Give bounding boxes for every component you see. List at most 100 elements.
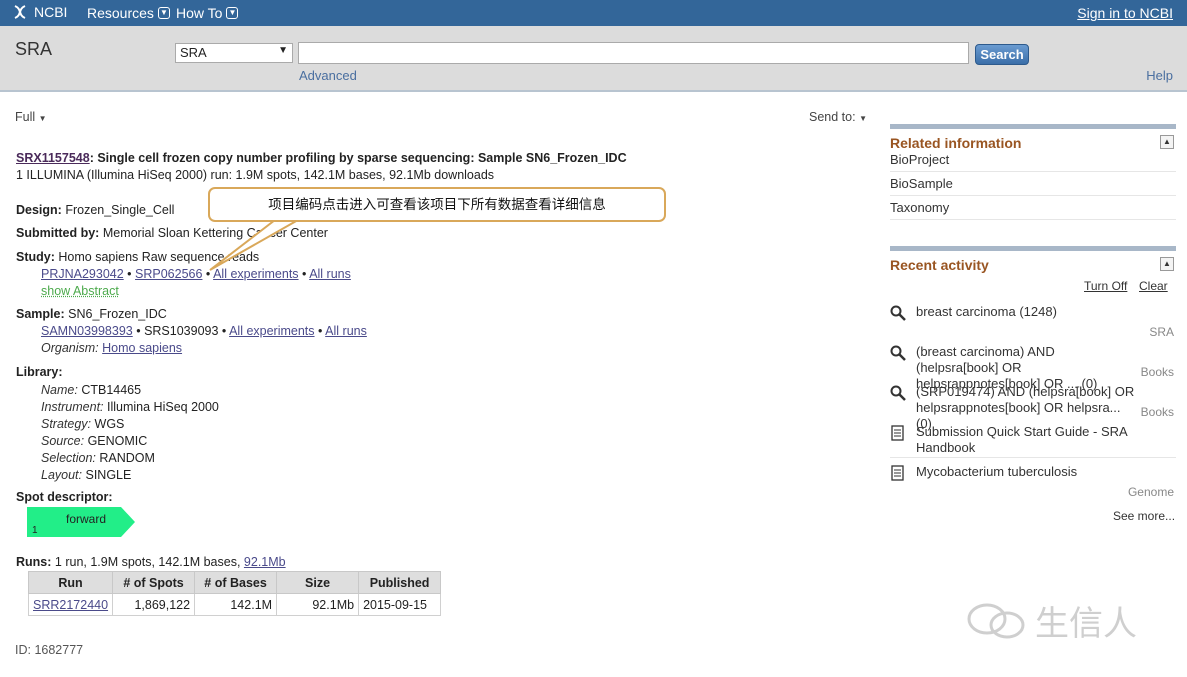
record-title: SRX1157548: Single cell frozen copy numb…: [16, 151, 816, 165]
library-field-label: Strategy:: [41, 417, 92, 431]
sample-all-runs-link[interactable]: All runs: [325, 324, 367, 338]
chevron-down-icon: ▼: [226, 7, 239, 19]
show-abstract-link[interactable]: show Abstract: [41, 284, 119, 298]
search-header: SRA SRA ▼ Search Advanced Help: [0, 26, 1187, 92]
library-field-value: SINGLE: [85, 468, 132, 482]
library-field-value: Illumina HiSeq 2000: [107, 400, 219, 414]
study-all-runs-link[interactable]: All runs: [309, 267, 351, 281]
chevron-down-icon: ▼: [859, 114, 867, 123]
wechat-icon: [967, 603, 1025, 638]
design-label: Design:: [16, 203, 62, 217]
chevron-down-icon: ▼: [38, 114, 47, 123]
callout-pointer: [209, 218, 302, 271]
related-item-taxonomy[interactable]: Taxonomy: [890, 200, 1176, 220]
watermark-text: 生信人: [1035, 605, 1137, 643]
recent-item-db: Books: [1140, 365, 1174, 379]
column-header-bases: # of Bases: [194, 571, 278, 594]
spot-read-label: forward: [66, 512, 107, 526]
design-value: Frozen_Single_Cell: [65, 203, 175, 217]
sample-all-experiments-link[interactable]: All experiments: [229, 324, 314, 338]
turn-off-link[interactable]: Turn Off: [1084, 279, 1127, 293]
recent-activity-header: Recent activity ▲: [890, 246, 1176, 273]
srp-link[interactable]: SRP062566: [135, 267, 202, 281]
recent-item[interactable]: breast carcinoma (1248) SRA: [890, 304, 1176, 342]
bases-cell: 142.1M: [194, 593, 278, 616]
document-icon: [891, 425, 904, 441]
format-menu[interactable]: Full ▼: [15, 110, 47, 124]
send-to-menu[interactable]: Send to: ▼: [809, 110, 867, 124]
recent-item[interactable]: (breast carcinoma) AND (helpsra[book] OR…: [890, 344, 1176, 391]
related-item-biosample[interactable]: BioSample: [890, 176, 1176, 196]
recent-item[interactable]: Mycobacterium tuberculosis Genome: [890, 464, 1176, 500]
library-field-value: RANDOM: [99, 451, 155, 465]
runs-summary: 1 run, 1.9M spots, 142.1M bases,: [54, 555, 241, 569]
run-accession-link[interactable]: SRR2172440: [33, 598, 108, 612]
ncbi-topbar: NCBI Resources ▼ How To ▼ Sign in to NCB…: [0, 0, 1187, 26]
recent-item-db: Genome: [1127, 485, 1174, 499]
library-details: Name: CTB14465 Instrument: Illumina HiSe…: [41, 382, 219, 484]
howto-menu[interactable]: How To ▼: [176, 5, 239, 21]
advanced-search-link[interactable]: Advanced: [299, 68, 357, 83]
related-item-bioproject[interactable]: BioProject: [890, 152, 1176, 172]
library-field-value: WGS: [94, 417, 125, 431]
runs-size-link[interactable]: 92.1Mb: [244, 555, 286, 569]
clear-link[interactable]: Clear: [1139, 279, 1168, 293]
resources-menu[interactable]: Resources ▼: [87, 5, 170, 21]
recent-item[interactable]: Submission Quick Start Guide - SRA Handb…: [890, 424, 1176, 458]
magnifier-icon: [890, 305, 906, 321]
design-row: Design: Frozen_Single_Cell: [16, 203, 174, 217]
recent-item-db: Books: [1140, 405, 1174, 419]
search-input[interactable]: [298, 42, 969, 64]
watermark: 生信人: [965, 596, 1137, 645]
biosample-link[interactable]: SAMN03998393: [41, 324, 133, 338]
library-field-label: Name:: [41, 383, 78, 397]
collapse-icon[interactable]: ▲: [1160, 135, 1174, 149]
help-link[interactable]: Help: [1146, 68, 1173, 83]
sample-label: Sample:: [16, 307, 65, 321]
page-title: SRA: [15, 39, 53, 59]
library-strategy-row: Strategy: WGS: [41, 416, 219, 433]
organism-row: Organism: Homo sapiens: [41, 341, 182, 355]
column-header-size: Size: [276, 571, 360, 594]
library-source-row: Source: GENOMIC: [41, 433, 219, 450]
recent-item[interactable]: (SRP019474) AND (helpsra[book] OR helpsr…: [890, 384, 1176, 431]
search-button[interactable]: Search: [975, 44, 1029, 65]
document-icon: [891, 465, 904, 481]
record-summary: 1 ILLUMINA (Illumina HiSeq 2000) run: 1.…: [16, 168, 495, 182]
organism-link[interactable]: Homo sapiens: [102, 341, 182, 355]
magnifier-icon: [890, 385, 906, 401]
annotation-callout: 项目编码点击进入可查看该项目下所有数据查看详细信息: [208, 187, 666, 222]
collapse-icon[interactable]: ▲: [1160, 257, 1174, 271]
organism-label: Organism:: [41, 341, 99, 355]
chevron-down-icon: ▼: [157, 7, 170, 19]
library-name-row: Name: CTB14465: [41, 382, 219, 399]
submitted-label: Submitted by:: [16, 226, 100, 240]
accession-link[interactable]: SRX1157548: [16, 151, 90, 165]
sign-in-link[interactable]: Sign in to NCBI: [1077, 5, 1173, 21]
sample-value: SN6_Frozen_IDC: [68, 307, 167, 321]
study-label: Study:: [16, 250, 55, 264]
runs-table: Run # of Spots # of Bases Size Published…: [27, 571, 442, 616]
runs-label: Runs:: [16, 555, 52, 569]
recent-item-db: SRA: [1149, 325, 1174, 339]
library-selection-row: Selection: RANDOM: [41, 450, 219, 467]
library-layout-row: Layout: SINGLE: [41, 467, 219, 484]
spot-read-forward: forward 1: [27, 507, 135, 537]
ncbi-logo[interactable]: NCBI: [12, 4, 67, 20]
see-more-link[interactable]: See more...: [1113, 509, 1175, 523]
spot-read-index: 1: [32, 525, 38, 536]
library-field-label: Selection:: [41, 451, 96, 465]
bioproject-link[interactable]: PRJNA293042: [41, 267, 124, 281]
ncbi-logo-text: NCBI: [34, 4, 68, 20]
recent-activity-title: Recent activity: [890, 257, 989, 273]
database-select[interactable]: SRA ▼: [175, 43, 293, 63]
resources-label: Resources: [87, 5, 154, 21]
table-header-row: Run # of Spots # of Bases Size Published: [27, 571, 442, 594]
library-field-label: Instrument:: [41, 400, 104, 414]
library-instrument-row: Instrument: Illumina HiSeq 2000: [41, 399, 219, 416]
column-header-published: Published: [358, 571, 442, 594]
published-cell: 2015-09-15: [358, 593, 442, 616]
library-field-value: GENOMIC: [87, 434, 148, 448]
library-field-label: Source:: [41, 434, 85, 448]
sample-links: SAMN03998393 • SRS1039093 • All experime…: [41, 324, 367, 338]
